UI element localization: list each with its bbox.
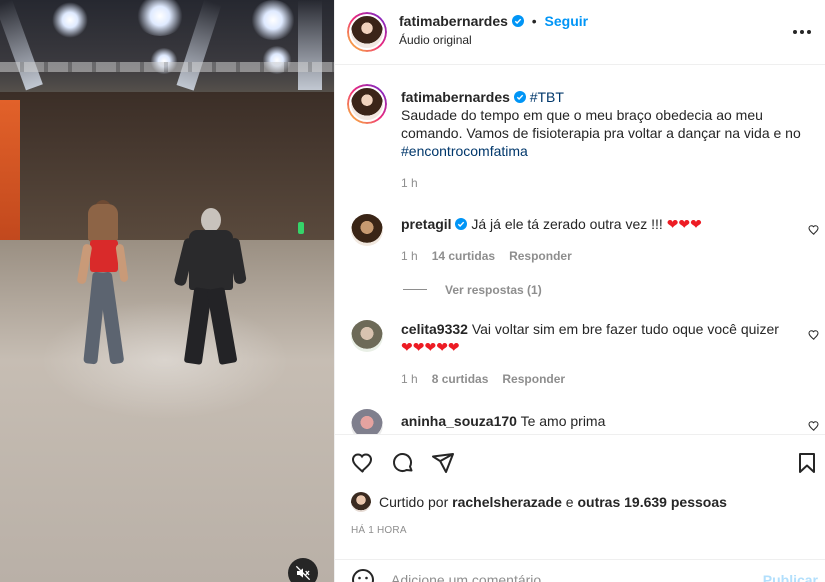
author-avatar[interactable]	[347, 12, 387, 52]
comment-likes-count[interactable]: 8 curtidas	[432, 372, 489, 386]
light-beam	[298, 0, 322, 90]
reply-button[interactable]: Responder	[509, 249, 572, 263]
more-horizontal-icon	[793, 30, 811, 34]
caption: fatimabernardes #TBT Saudade do tempo em…	[401, 88, 811, 160]
stage-truss	[0, 62, 334, 72]
replies-divider	[403, 289, 427, 290]
add-comment-bar: Adicione um comentário... Publicar	[335, 559, 825, 582]
more-options-button[interactable]	[790, 20, 814, 44]
post-header: fatimabernardes • Seguir Áudio original	[335, 0, 825, 65]
dancer-man	[173, 208, 247, 368]
comment-avatar[interactable]	[351, 320, 383, 352]
comment-like-heart-icon[interactable]	[808, 329, 820, 341]
caption-time: 1 h	[401, 176, 418, 190]
comment-2: celita9332 Vai voltar sim em bre fazer t…	[401, 320, 801, 356]
comment-avatar[interactable]	[351, 409, 383, 434]
comment-like-heart-icon[interactable]	[808, 420, 820, 432]
publish-button[interactable]: Publicar	[763, 572, 818, 582]
comment-username[interactable]: aninha_souza170	[401, 413, 517, 429]
comment-3: aninha_souza170 Te amo prima	[401, 412, 605, 430]
header-separator: •	[531, 13, 537, 29]
liker-avatar[interactable]	[351, 492, 371, 512]
comment-1: pretagil Já já ele tá zerado outra vez !…	[401, 215, 702, 233]
verified-badge-icon	[455, 218, 468, 230]
post-actions: Curtido por rachelsherazade e outras 19.…	[335, 434, 825, 582]
view-replies-button[interactable]: Ver respostas (1)	[445, 283, 542, 297]
comment-text: Vai voltar sim em bre fazer tudo oque vo…	[471, 321, 779, 337]
stage-light-green	[298, 222, 304, 234]
stage-spotlight	[52, 2, 88, 38]
post-timestamp[interactable]: HÁ 1 HORA	[351, 525, 407, 536]
caption-tag[interactable]: #TBT	[530, 89, 564, 105]
caption-text: Saudade do tempo em que o meu braço obed…	[401, 107, 801, 141]
comment-time: 1 h	[401, 249, 418, 263]
comment-avatar[interactable]	[351, 214, 383, 246]
stage-backdrop	[0, 92, 334, 242]
verified-badge-icon	[511, 15, 524, 27]
liked-by-middle: e	[565, 494, 574, 510]
share-icon[interactable]	[431, 451, 455, 475]
caption-author-avatar[interactable]	[347, 84, 387, 124]
comment-text: Já já ele tá zerado outra vez !!!	[471, 216, 667, 232]
comment-meta: 1 h 14 curtidas Responder	[401, 249, 572, 263]
header-user-line: fatimabernardes • Seguir	[399, 13, 588, 29]
follow-button[interactable]: Seguir	[545, 13, 589, 29]
author-username[interactable]: fatimabernardes	[399, 13, 508, 29]
caption-hashtag[interactable]: #encontrocomfatima	[401, 143, 528, 159]
heart-emoji: ❤❤❤	[666, 216, 702, 232]
reply-button[interactable]: Responder	[502, 372, 565, 386]
caption-username[interactable]: fatimabernardes	[401, 89, 510, 105]
heart-icon[interactable]	[351, 451, 375, 475]
comment-input[interactable]: Adicione um comentário...	[391, 572, 553, 582]
heart-emoji: ❤❤❤❤❤	[401, 339, 460, 355]
liked-by-others[interactable]: outras 19.639 pessoas	[577, 494, 726, 510]
reel-video[interactable]	[0, 0, 334, 582]
floor-reflection	[40, 300, 290, 420]
post-sidebar: fatimabernardes • Seguir Áudio original …	[334, 0, 825, 582]
audio-link[interactable]: Áudio original	[399, 33, 472, 47]
emoji-icon[interactable]	[351, 568, 375, 582]
speaker-muted-icon	[295, 565, 311, 581]
liked-by-user[interactable]: rachelsherazade	[452, 494, 562, 510]
comment-text: Te amo prima	[520, 413, 606, 429]
comment-username[interactable]: pretagil	[401, 216, 452, 232]
comment-meta: 1 h 8 curtidas Responder	[401, 372, 565, 386]
verified-badge-icon	[513, 91, 526, 103]
comment-username[interactable]: celita9332	[401, 321, 468, 337]
comment-like-heart-icon[interactable]	[808, 224, 820, 236]
comment-icon[interactable]	[391, 451, 415, 475]
comment-time: 1 h	[401, 372, 418, 386]
bookmark-icon[interactable]	[795, 451, 819, 475]
liked-by: Curtido por rachelsherazade e outras 19.…	[351, 491, 727, 513]
stage-spotlight	[250, 0, 296, 40]
comments-list[interactable]: fatimabernardes #TBT Saudade do tempo em…	[335, 66, 825, 434]
liked-by-prefix: Curtido por	[379, 494, 449, 510]
dancer-woman	[76, 200, 130, 370]
comment-likes-count[interactable]: 14 curtidas	[432, 249, 495, 263]
mute-toggle-button[interactable]	[288, 558, 318, 582]
